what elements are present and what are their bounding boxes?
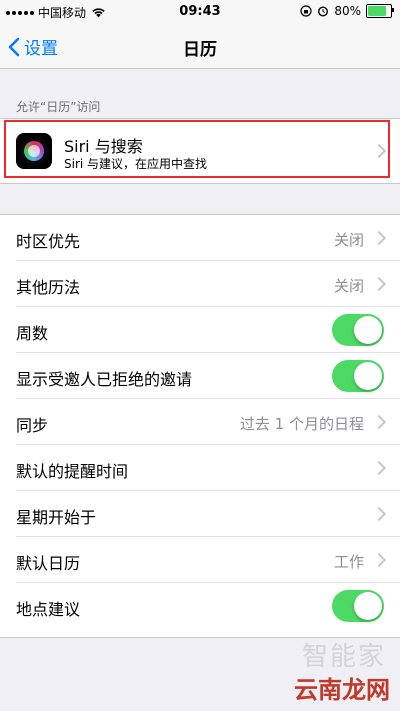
watermark: 云南龙网 [294,675,390,704]
row-label: 同步 [16,416,49,435]
location-suggestions-toggle[interactable] [332,590,384,622]
alarm-icon [318,6,329,17]
row-week-numbers: 周数 [0,307,400,353]
row-alternate-calendars[interactable]: 其他历法 关闭 [0,261,400,307]
rotation-lock-icon [300,5,312,17]
row-label: 默认日历 [16,554,81,573]
row-location-suggestions: 地点建议 [0,583,400,629]
row-time-zone-override[interactable]: 时区优先 关闭 [0,215,400,261]
show-declined-toggle[interactable] [332,360,384,392]
row-value: 工作 [333,553,364,571]
page-title: 日历 [183,40,217,60]
chevron-right-icon [371,276,387,292]
row-label: 星期开始于 [16,508,97,527]
row-value: 过去 1 个月的日程 [239,415,364,433]
chevron-right-icon [371,230,387,246]
battery-percent: 80% [334,4,361,18]
chevron-right-icon [371,552,387,568]
status-right: 80% [300,4,394,18]
battery-fill [368,6,386,16]
row-value: 关闭 [333,277,364,295]
navigation-bar: 设置 日历 [0,24,400,69]
row-label: 时区优先 [16,232,81,251]
status-bar: 中国移动 09:43 80% [0,0,400,24]
row-sync[interactable]: 同步 过去 1 个月的日程 [0,399,400,445]
row-label: 周数 [16,324,49,343]
chevron-right-icon [371,460,387,476]
section-header: 允许“日历”访问 [16,100,101,114]
row-label: 显示受邀人已拒绝的邀请 [16,370,193,389]
row-default-calendar[interactable]: 默认日历 工作 [0,537,400,583]
highlight-box [4,120,390,178]
week-numbers-toggle[interactable] [332,314,384,346]
row-show-declined-invites: 显示受邀人已拒绝的邀请 [0,353,400,399]
row-label: 其他历法 [16,278,81,297]
chevron-right-icon [371,414,387,430]
row-label: 地点建议 [16,600,81,619]
watermark-logo: 智能家 [301,642,386,672]
chevron-right-icon [371,506,387,522]
row-default-alert-times[interactable]: 默认的提醒时间 [0,445,400,491]
row-start-week-on[interactable]: 星期开始于 [0,491,400,537]
row-label: 默认的提醒时间 [16,462,129,481]
row-value: 关闭 [333,231,364,249]
battery-icon [366,4,394,18]
settings-list: 时区优先 关闭 其他历法 关闭 周数 显示受邀人已拒绝的邀请 同步 过去 1 个… [0,214,400,638]
